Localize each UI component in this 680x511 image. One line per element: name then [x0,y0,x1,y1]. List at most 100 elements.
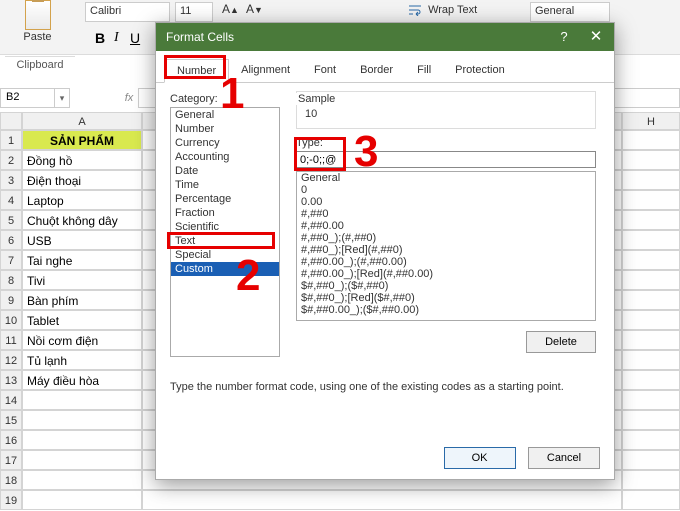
row-header[interactable]: 2 [0,150,22,170]
cell[interactable] [142,490,622,510]
row-header[interactable]: 1 [0,130,22,150]
category-list[interactable]: GeneralNumberCurrencyAccountingDateTimeP… [170,107,280,357]
col-header-a[interactable]: A [22,112,142,130]
cell[interactable] [622,310,680,330]
cell[interactable] [622,350,680,370]
cell[interactable] [622,490,680,510]
cell[interactable] [622,370,680,390]
font-size-select[interactable]: 11 [175,2,213,22]
cell[interactable] [22,410,142,430]
format-code-item[interactable]: #,##0 [297,208,595,220]
cell[interactable] [622,330,680,350]
cell[interactable] [622,430,680,450]
category-item[interactable]: Special [171,248,279,262]
cell[interactable]: Máy điều hòa [22,370,142,390]
cell[interactable] [622,290,680,310]
cell[interactable] [622,470,680,490]
format-code-item[interactable]: #,##0.00 [297,220,595,232]
row-header[interactable]: 18 [0,470,22,490]
cell[interactable] [22,490,142,510]
cell[interactable] [622,170,680,190]
cell[interactable] [22,450,142,470]
cell[interactable]: Điện thoại [22,170,142,190]
col-header-h[interactable]: H [622,112,680,130]
format-code-item[interactable]: #,##0_);[Red](#,##0) [297,244,595,256]
cell[interactable]: Chuột không dây [22,210,142,230]
category-item[interactable]: Time [171,178,279,192]
row-header[interactable]: 4 [0,190,22,210]
increase-font-icon[interactable]: A▲ [222,2,239,16]
category-item[interactable]: Accounting [171,150,279,164]
cell[interactable]: Laptop [22,190,142,210]
row-header[interactable]: 3 [0,170,22,190]
cell[interactable] [622,150,680,170]
tab-number[interactable]: Number [164,59,229,83]
cell[interactable] [622,450,680,470]
row-header[interactable]: 17 [0,450,22,470]
cell[interactable]: SẢN PHẨM [22,130,142,150]
wrap-text-button[interactable]: Wrap Text [408,4,477,16]
row-header[interactable]: 8 [0,270,22,290]
format-code-list[interactable]: General00.00#,##0#,##0.00#,##0_);(#,##0)… [296,171,596,321]
row-header[interactable]: 6 [0,230,22,250]
cell[interactable]: Nồi cơm điện [22,330,142,350]
tab-border[interactable]: Border [348,59,405,82]
cell[interactable] [622,250,680,270]
cell[interactable] [22,390,142,410]
italic-button[interactable]: I [114,30,119,46]
format-code-item[interactable]: #,##0.00_);(#,##0.00) [297,256,595,268]
row-header[interactable]: 9 [0,290,22,310]
cell[interactable] [622,230,680,250]
category-item[interactable]: Currency [171,136,279,150]
row-header[interactable]: 13 [0,370,22,390]
category-item[interactable]: Number [171,122,279,136]
format-code-item[interactable]: 0 [297,184,595,196]
select-all-corner[interactable] [0,112,22,130]
cell[interactable] [622,190,680,210]
cell[interactable]: Tablet [22,310,142,330]
fx-icon[interactable]: fx [120,88,138,108]
format-code-item[interactable]: $#,##0_);($#,##0) [297,280,595,292]
format-code-item[interactable]: General [297,172,595,184]
cell[interactable]: USB [22,230,142,250]
category-item[interactable]: Percentage [171,192,279,206]
row-header[interactable]: 19 [0,490,22,510]
cell[interactable] [22,430,142,450]
paste-button[interactable]: Paste [10,0,65,50]
name-box[interactable]: B2 [0,88,55,108]
number-format-select[interactable]: General [530,2,610,22]
format-code-item[interactable]: $#,##0_);[Red]($#,##0) [297,292,595,304]
cell[interactable]: Tivi [22,270,142,290]
row-header[interactable]: 16 [0,430,22,450]
tab-font[interactable]: Font [302,59,348,82]
format-code-item[interactable]: #,##0_);(#,##0) [297,232,595,244]
cell[interactable]: Tai nghe [22,250,142,270]
bold-button[interactable]: B [95,30,105,46]
name-box-dropdown[interactable]: ▾ [55,88,70,108]
cell[interactable] [622,210,680,230]
help-icon[interactable]: ? [550,23,578,51]
font-name-select[interactable]: Calibri [85,2,170,22]
row-header[interactable]: 12 [0,350,22,370]
cell[interactable] [622,390,680,410]
category-item[interactable]: Custom [171,262,279,276]
row-header[interactable]: 15 [0,410,22,430]
cancel-button[interactable]: Cancel [528,447,600,469]
row-header[interactable]: 5 [0,210,22,230]
ok-button[interactable]: OK [444,447,516,469]
row-header[interactable]: 11 [0,330,22,350]
cell[interactable]: Đồng hồ [22,150,142,170]
cell[interactable] [622,410,680,430]
tab-alignment[interactable]: Alignment [229,59,302,82]
delete-button[interactable]: Delete [526,331,596,353]
row-header[interactable]: 10 [0,310,22,330]
format-code-item[interactable]: 0.00 [297,196,595,208]
cell[interactable] [622,270,680,290]
row-header[interactable]: 14 [0,390,22,410]
underline-button[interactable]: U [130,30,140,46]
category-item[interactable]: Scientific [171,220,279,234]
category-item[interactable]: General [171,108,279,122]
cell[interactable]: Bàn phím [22,290,142,310]
category-item[interactable]: Text [171,234,279,248]
format-code-item[interactable]: #,##0.00_);[Red](#,##0.00) [297,268,595,280]
